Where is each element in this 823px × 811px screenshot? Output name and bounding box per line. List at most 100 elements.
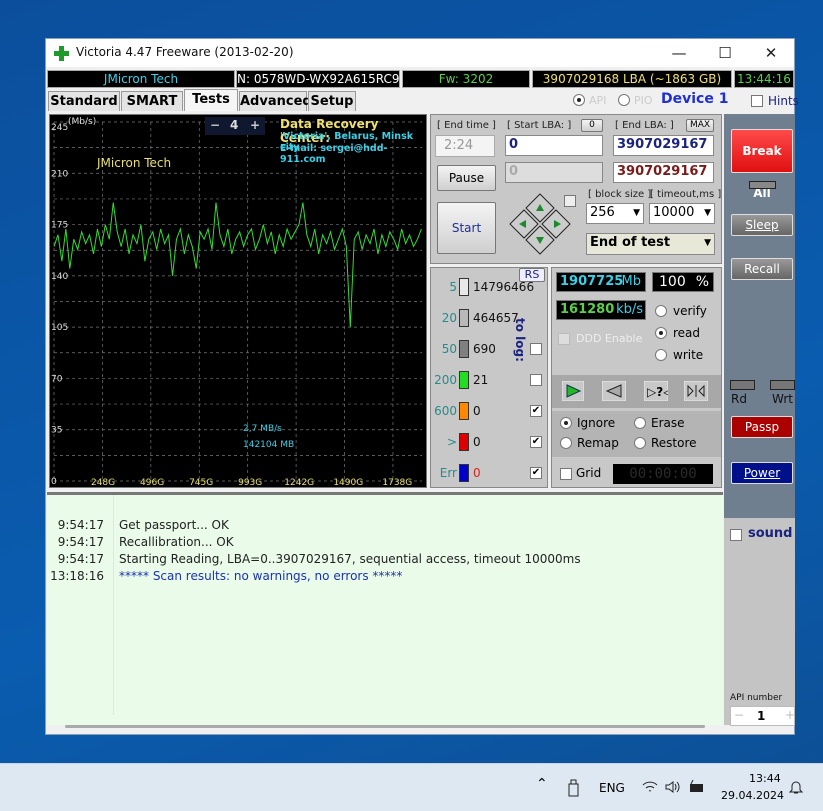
tab-tests[interactable]: Tests xyxy=(184,89,238,111)
end-lba-input[interactable]: 3907029167 xyxy=(613,135,714,156)
end-action-value: End of test xyxy=(590,235,671,250)
random-seek-icon[interactable]: ▷?◁ xyxy=(644,381,668,401)
start-lba-reset-button[interactable]: 0 xyxy=(581,119,603,132)
block-size-value: 256 xyxy=(590,205,615,220)
taskbar-time[interactable]: 13:44 xyxy=(749,772,781,785)
mode-write-radio[interactable] xyxy=(655,349,667,361)
end-time-field[interactable]: 2:24 xyxy=(435,135,495,157)
tab-advanced[interactable]: Advanced xyxy=(239,91,312,111)
pause-button[interactable]: Pause xyxy=(437,165,496,191)
api-number-stepper[interactable]: − 1 + xyxy=(730,706,795,726)
api-label: API xyxy=(589,94,607,107)
timeout-select[interactable]: 10000 ▼ xyxy=(649,203,715,224)
taskbar-date[interactable]: 29.04.2024 xyxy=(721,789,784,802)
sound-checkbox[interactable] xyxy=(730,529,742,541)
action-erase-radio[interactable] xyxy=(634,417,646,429)
counter-color-swatch xyxy=(459,402,469,420)
progress-percent: 100% xyxy=(652,272,714,292)
butterfly-seek-icon[interactable] xyxy=(684,381,708,401)
play-backward-icon[interactable] xyxy=(602,381,626,401)
tab-smart[interactable]: SMART xyxy=(121,91,183,111)
counters-panel: RS to log: 5 14796466 20 464657 50 690 200 21 60… xyxy=(430,267,548,488)
log-entry: 13:18:16 ***** Scan results: no warnings,… xyxy=(47,568,707,585)
speed-chart: 24521017514010570350(Mb/s)248G 496G 745G 99… xyxy=(51,117,422,487)
action-label: Restore xyxy=(651,436,697,450)
log-time: 9:54:17 xyxy=(57,518,104,532)
end-lba-label: [ End LBA: ] xyxy=(615,120,674,131)
tab-standard[interactable]: Standard xyxy=(48,91,120,111)
maximize-button[interactable]: ☐ xyxy=(702,39,748,67)
log-message: Starting Reading, LBA=0..3907029167, seq… xyxy=(119,552,581,566)
passport-button[interactable]: Passp xyxy=(731,416,793,438)
to-log-checkbox[interactable]: ✔ xyxy=(530,436,542,448)
end-lba-current: 3907029167 xyxy=(613,162,714,183)
break-all-button[interactable]: Break All xyxy=(731,129,793,200)
y-tick-label: 35 xyxy=(51,426,62,436)
tab-setup[interactable]: Setup xyxy=(308,91,356,111)
volume-icon[interactable] xyxy=(665,780,681,794)
action-remap-radio[interactable] xyxy=(560,437,572,449)
counter-color-swatch xyxy=(459,464,469,482)
counter-threshold-label: Err xyxy=(439,466,457,480)
start-button[interactable]: Start xyxy=(437,202,496,254)
pio-radio[interactable] xyxy=(618,94,630,106)
action-ignore-radio[interactable] xyxy=(560,417,572,429)
speed-value: 161280 xyxy=(560,302,615,317)
dpad-checkbox[interactable] xyxy=(564,195,576,207)
sound-label: sound xyxy=(748,526,793,541)
decrement-icon[interactable]: − xyxy=(734,708,744,722)
wifi-icon[interactable] xyxy=(642,780,658,794)
activity-indicator xyxy=(749,181,776,189)
end-time-value: 2:24 xyxy=(444,138,474,153)
show-hidden-icons-chevron-icon[interactable]: ⌃ xyxy=(536,776,548,792)
pio-label: PIO xyxy=(634,94,653,107)
increment-icon[interactable]: + xyxy=(785,708,795,722)
language-indicator[interactable]: ENG xyxy=(599,781,625,795)
hints-checkbox[interactable] xyxy=(751,95,763,107)
speed-readout: 2,7 MB/s xyxy=(243,424,282,434)
grid-checkbox[interactable] xyxy=(560,468,572,480)
usb-drive-icon[interactable] xyxy=(567,779,581,797)
counter-threshold-label: 200 xyxy=(434,373,457,387)
close-button[interactable]: ✕ xyxy=(748,39,794,67)
percent-unit: % xyxy=(695,274,709,290)
power-button[interactable]: Power xyxy=(731,462,793,484)
counter-value: 21 xyxy=(473,373,489,387)
to-log-checkbox[interactable]: ✔ xyxy=(530,467,542,479)
block-size-select[interactable]: 256 ▼ xyxy=(586,203,644,224)
to-log-checkbox[interactable] xyxy=(530,343,542,355)
play-forward-icon[interactable] xyxy=(562,381,584,401)
zoom-plus-button[interactable]: + xyxy=(250,118,260,132)
log-horizontal-scrollbar[interactable] xyxy=(65,725,705,728)
minimize-button[interactable]: — xyxy=(656,39,702,67)
counter-value: 690 xyxy=(473,342,496,356)
recall-button[interactable]: Recall xyxy=(731,258,793,280)
log-message: Get passport... OK xyxy=(119,518,229,532)
start-lba-input[interactable]: 0 xyxy=(505,135,603,156)
log-entry: 9:54:17 Recallibration... OK xyxy=(47,534,707,551)
api-number-value: 1 xyxy=(757,709,766,723)
battery-icon[interactable] xyxy=(688,779,706,795)
log-time: 9:54:17 xyxy=(57,552,104,566)
counter-value: 464657 xyxy=(473,311,519,325)
ddd-enable-label: DDD Enable xyxy=(576,332,643,345)
notification-bell-icon[interactable] xyxy=(789,779,803,795)
drive-serial: N: 0578WD-WX92A615RC9l xyxy=(236,70,400,88)
counter-value: 0 xyxy=(473,404,481,418)
zoom-minus-button[interactable]: − xyxy=(210,118,220,132)
lba-control-panel: [ End time ] 2:24 [ Start LBA: ] 0 0 0 [… xyxy=(430,114,722,264)
sleep-button[interactable]: Sleep xyxy=(731,214,793,236)
ddd-enable-checkbox[interactable] xyxy=(558,333,570,345)
mode-verify-radio[interactable] xyxy=(655,305,667,317)
to-log-checkbox[interactable]: ✔ xyxy=(530,405,542,417)
to-log-checkbox[interactable] xyxy=(530,374,542,386)
counter-threshold-label: 600 xyxy=(434,404,457,418)
current-speed: 161280 kb/s xyxy=(556,300,646,320)
end-lba-max-button[interactable]: MAX xyxy=(686,119,714,132)
action-restore-radio[interactable] xyxy=(634,437,646,449)
end-action-select[interactable]: End of test ▼ xyxy=(586,233,715,255)
mode-read-radio[interactable] xyxy=(655,327,667,339)
api-radio[interactable] xyxy=(573,94,585,106)
device-label[interactable]: Device 1 xyxy=(661,91,728,107)
drive-model: JMicron Tech xyxy=(47,70,235,88)
